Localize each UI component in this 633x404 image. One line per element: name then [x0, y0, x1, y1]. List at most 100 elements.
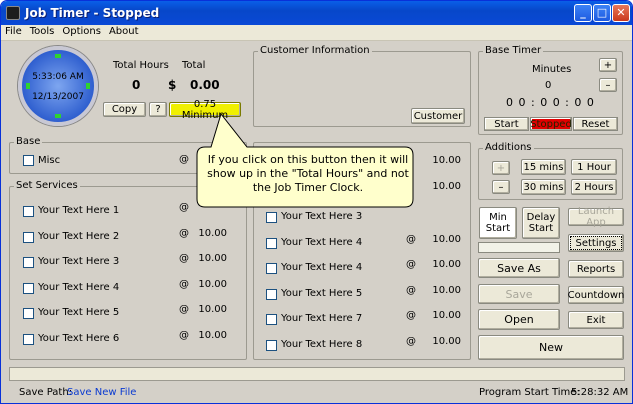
service2-at: @ [406, 259, 416, 270]
service2-rate: 10.00 [432, 259, 461, 270]
set-services-legend: Set Services [14, 180, 80, 191]
minutes-minus-button[interactable]: – [599, 78, 617, 92]
stopped-status: Stopped [530, 117, 572, 131]
service-rate: 10.00 [198, 227, 227, 239]
service-checkbox[interactable] [23, 333, 34, 345]
service-checkbox[interactable] [23, 257, 34, 268]
total-hours-value: 0 [132, 78, 141, 92]
program-start-time-label: Program Start Time: [479, 387, 580, 398]
additions-legend: Additions [483, 142, 534, 153]
service-label: Your Text Here 6 [38, 332, 120, 344]
menu-tools[interactable]: Tools [26, 25, 59, 38]
new-button[interactable]: New [478, 335, 624, 360]
services2-rate-top1: 10.00 [432, 155, 461, 166]
save-path-label: Save Path: [19, 387, 73, 398]
reset-button[interactable]: Reset [573, 117, 618, 131]
menu-options[interactable]: Options [58, 25, 105, 38]
service2-checkbox[interactable] [266, 237, 277, 249]
total-hours-label: Total Hours [113, 60, 169, 71]
service2-rate: 10.00 [432, 335, 461, 347]
title-bar[interactable]: Job Timer - Stopped _ □ ✕ [1, 1, 632, 25]
service2-label: Your Text Here 4 [281, 236, 363, 248]
service2-label: Your Text Here 3 [281, 211, 363, 222]
service2-label: Your Text Here 7 [281, 313, 363, 324]
service2-at: @ [406, 335, 416, 347]
service2-rate: 10.00 [432, 310, 461, 321]
clock-tick-left [26, 83, 30, 89]
service2-label: Your Text Here 4 [281, 262, 363, 273]
menu-bar: File Tools Options About [1, 25, 632, 41]
customer-info-legend: Customer Information [258, 45, 372, 56]
service-checkbox[interactable] [23, 231, 34, 243]
add-30-mins-button[interactable]: 30 mins [521, 179, 566, 195]
service2-rate: 10.00 [432, 233, 461, 245]
app-window: Job Timer - Stopped _ □ ✕ File Tools Optio… [0, 0, 633, 404]
clock-tick-right [86, 83, 90, 89]
service-label: Your Text Here 5 [38, 307, 120, 318]
countdown-button[interactable]: Countdown [568, 286, 624, 304]
save-as-button[interactable]: Save As [478, 258, 560, 278]
start-button[interactable]: Start [484, 117, 529, 131]
service2-at: @ [406, 284, 416, 296]
exit-button[interactable]: Exit [568, 311, 624, 329]
menu-file[interactable]: File [1, 25, 26, 38]
menu-about[interactable]: About [105, 25, 143, 38]
close-button[interactable]: ✕ [612, 4, 630, 22]
base-timer-legend: Base Timer [483, 45, 544, 56]
service-label: Your Text Here 2 [38, 230, 120, 242]
service2-rate: 10.00 [432, 284, 461, 296]
minutes-plus-button[interactable]: + [599, 58, 617, 72]
base-legend: Base [14, 136, 43, 147]
service2-checkbox[interactable] [266, 339, 277, 351]
service2-label: Your Text Here 8 [281, 338, 363, 350]
add-2-hours-button[interactable]: 2 Hours [571, 179, 617, 195]
settings-button[interactable]: Settings [568, 234, 624, 252]
service-at: @ [179, 278, 189, 290]
min-start-button[interactable]: Min Start [479, 207, 517, 239]
service2-label: Your Text Here 5 [281, 287, 363, 299]
add-1-hour-button[interactable]: 1 Hour [571, 159, 617, 175]
save-button[interactable]: Save [478, 284, 560, 304]
service-checkbox[interactable] [23, 206, 34, 217]
delay-start-button[interactable]: Delay Start [522, 207, 560, 239]
misc-checkbox[interactable] [23, 155, 34, 166]
service-label: Your Text Here 4 [38, 281, 120, 293]
launch-app-button[interactable]: Launch App [568, 206, 624, 228]
service-at: @ [179, 202, 189, 213]
clock-tick-top [55, 54, 61, 58]
service2-checkbox[interactable] [266, 288, 277, 300]
window-title: Job Timer - Stopped [25, 6, 160, 20]
clock-face: 5:33:06 AM 12/13/2007 [18, 46, 98, 126]
misc-at: @ [179, 154, 189, 165]
service-checkbox[interactable] [23, 308, 34, 319]
maximize-button[interactable]: □ [593, 4, 611, 22]
service-checkbox[interactable] [23, 282, 34, 294]
open-button[interactable]: Open [478, 309, 560, 330]
currency-symbol: $ [168, 78, 177, 92]
minimize-button[interactable]: _ [574, 4, 592, 22]
service2-at: @ [406, 233, 416, 245]
copy-button[interactable]: Copy [103, 102, 146, 117]
clock-time: 5:33:06 AM [32, 72, 84, 82]
additions-minus-button[interactable]: – [492, 180, 510, 194]
service-rate: 10.00 [198, 253, 227, 264]
save-path-value[interactable]: Save New File [67, 387, 136, 398]
services2-rate-top2: 10.00 [432, 181, 461, 192]
service2-checkbox[interactable] [266, 314, 277, 325]
service2-at: @ [406, 310, 416, 321]
timer-display: 0 0 : 0 0 : 0 0 [506, 96, 595, 109]
service2-checkbox[interactable] [266, 212, 277, 223]
help-button[interactable]: ? [149, 102, 167, 117]
program-start-time-value: 5:28:32 AM [571, 387, 629, 398]
clock-tick-bottom [55, 114, 61, 118]
additions-plus-button[interactable]: + [492, 161, 510, 175]
reports-button[interactable]: Reports [568, 260, 624, 278]
service2-checkbox[interactable] [266, 263, 277, 274]
callout-text: If you click on this button then it will… [207, 153, 409, 194]
add-15-mins-button[interactable]: 15 mins [521, 159, 566, 175]
minutes-label: Minutes [532, 64, 572, 75]
clock-date: 12/13/2007 [32, 92, 84, 102]
service-label: Your Text Here 3 [38, 256, 120, 267]
service-rate: 10.00 [198, 304, 227, 315]
misc-label: Misc [38, 155, 61, 166]
